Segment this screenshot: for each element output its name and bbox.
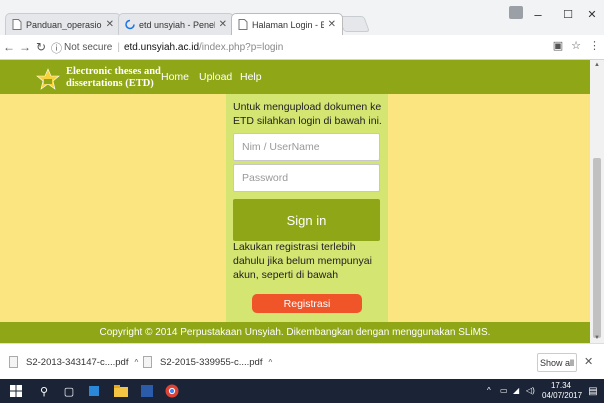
os-taskbar: ⚲ ▢ ^ ▭ ◢ ◁) 17.34 04/07/2017 ▤: [0, 379, 604, 403]
url-host: etd.unsyiah.ac.id: [123, 42, 200, 53]
document-icon: [238, 19, 248, 30]
brand-line: dissertations (ETD): [66, 78, 154, 89]
nav-help[interactable]: Help: [240, 71, 262, 83]
site-header: Electronic theses and dissertations (ETD…: [0, 60, 590, 94]
chevron-up-icon[interactable]: ^: [487, 386, 491, 395]
app-icon[interactable]: [139, 383, 155, 399]
star-icon[interactable]: ☆: [571, 39, 581, 52]
close-window-button[interactable]: ✕: [575, 0, 604, 28]
task-view-icon[interactable]: ▢: [61, 383, 77, 399]
scroll-up-icon[interactable]: ▲: [590, 62, 604, 68]
brand-line: Electronic theses and: [66, 66, 161, 77]
signin-button[interactable]: Sign in: [233, 199, 380, 241]
download-filename: S2-2015-339955-c....pdf: [160, 356, 263, 368]
file-icon: [143, 356, 152, 368]
chevron-up-icon[interactable]: ^: [134, 358, 138, 367]
download-item[interactable]: S2-2015-339955-c....pdf ^: [143, 352, 272, 372]
download-item[interactable]: S2-2013-343147-c....pdf ^: [9, 352, 138, 372]
scroll-down-icon[interactable]: ▼: [590, 335, 604, 341]
translate-icon[interactable]: ▣: [553, 39, 563, 52]
browser-tab-1[interactable]: Panduan_operasional_ET ✕: [5, 13, 121, 35]
document-icon: [12, 19, 22, 30]
back-icon[interactable]: ←: [2, 37, 16, 57]
clock-date: 04/07/2017: [542, 391, 583, 400]
chrome-icon[interactable]: [164, 383, 180, 399]
menu-icon[interactable]: ⋮: [589, 39, 600, 52]
info-icon[interactable]: ⓘ: [51, 40, 62, 56]
close-icon[interactable]: ✕: [584, 355, 593, 368]
tab-title: Halaman Login - ETD Sy: [252, 19, 324, 30]
forward-icon[interactable]: →: [18, 37, 32, 57]
security-label: Not secure: [64, 42, 113, 53]
register-button[interactable]: Registrasi: [252, 294, 362, 313]
logo-icon[interactable]: [33, 68, 63, 90]
notification-icon[interactable]: ▤: [585, 383, 601, 399]
browser-tab-strip: Panduan_operasional_ET ✕ etd unsyiah - P…: [0, 0, 604, 35]
minimize-button[interactable]: –: [521, 0, 555, 28]
close-tab-icon[interactable]: ✕: [219, 19, 227, 30]
reload-icon[interactable]: ↻: [34, 37, 48, 57]
network-icon[interactable]: ◢: [513, 386, 519, 395]
volume-icon[interactable]: ◁): [526, 386, 535, 395]
tab-title: Panduan_operasional_ET: [26, 19, 102, 30]
store-icon[interactable]: [86, 383, 102, 399]
close-tab-icon[interactable]: ✕: [106, 19, 114, 30]
battery-icon[interactable]: ▭: [500, 386, 508, 395]
nav-home[interactable]: Home: [161, 71, 189, 83]
download-filename: S2-2013-343147-c....pdf: [26, 356, 129, 368]
browser-tab-2[interactable]: etd unsyiah - Penelusura ✕: [118, 13, 234, 35]
file-icon: [9, 356, 18, 368]
url-path: /index.php?p=login: [199, 42, 284, 53]
scrollbar-thumb[interactable]: [593, 158, 601, 338]
taskbar-clock[interactable]: 17.34 04/07/2017: [542, 381, 583, 401]
search-icon[interactable]: ⚲: [36, 383, 52, 399]
browser-toolbar: ← → ↻ ⓘ Not secure | etd.unsyiah.ac.id/i…: [0, 35, 604, 60]
tab-title: etd unsyiah - Penelusura: [139, 19, 215, 30]
windows-start-icon[interactable]: [8, 383, 24, 399]
file-explorer-icon[interactable]: [113, 383, 129, 399]
page-scrollbar[interactable]: ▲ ▼: [590, 60, 604, 343]
chevron-up-icon[interactable]: ^: [268, 358, 272, 367]
clock-time: 17.34: [550, 381, 572, 390]
site-brand[interactable]: Electronic theses and dissertations (ETD…: [66, 66, 161, 90]
close-tab-icon[interactable]: ✕: [328, 19, 336, 30]
nav-upload[interactable]: Upload: [199, 71, 232, 83]
password-field[interactable]: Password: [233, 164, 380, 192]
site-footer: Copyright © 2014 Perpustakaan Unsyiah. D…: [0, 322, 590, 343]
browser-tab-3[interactable]: Halaman Login - ETD Sy ✕: [231, 13, 343, 35]
address-bar[interactable]: ⓘ Not secure | etd.unsyiah.ac.id/index.p…: [51, 38, 569, 57]
show-all-button[interactable]: Show all: [537, 353, 577, 372]
download-shelf: S2-2013-343147-c....pdf ^ S2-2015-339955…: [0, 343, 604, 379]
web-page: Electronic theses and dissertations (ETD…: [0, 60, 590, 343]
register-note: Lakukan registrasi terlebih dahulu jika …: [233, 241, 372, 281]
divider: |: [117, 42, 120, 53]
login-intro: Untuk mengupload dokumen ke ETD silahkan…: [233, 101, 382, 127]
username-field[interactable]: Nim / UserName: [233, 133, 380, 161]
loading-icon: [125, 19, 135, 30]
